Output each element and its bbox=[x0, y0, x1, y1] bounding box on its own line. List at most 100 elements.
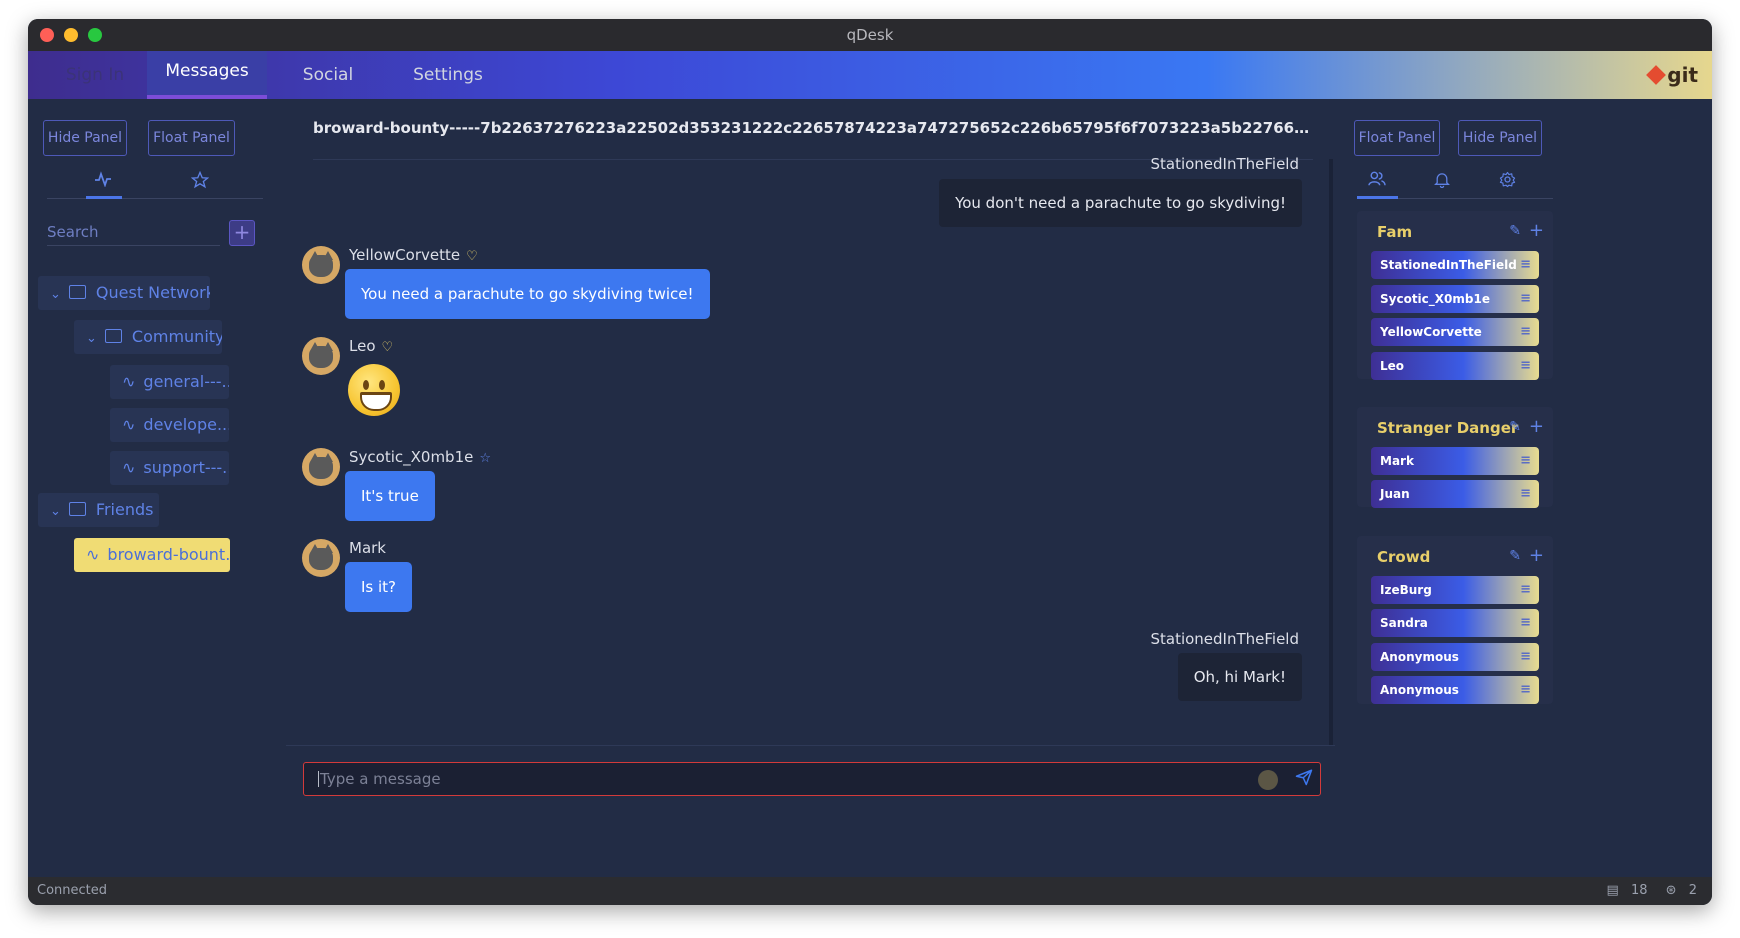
broadcast-icon: ⊛ bbox=[1665, 883, 1677, 898]
chevron-down-icon: ⌄ bbox=[50, 287, 61, 302]
message-author: Sycotic_X0mb1e bbox=[349, 448, 474, 466]
chat-scrollbar[interactable] bbox=[1329, 159, 1333, 745]
folder-icon bbox=[104, 329, 122, 343]
tab-settings[interactable]: Settings bbox=[388, 51, 508, 99]
bell-icon[interactable] bbox=[1434, 171, 1450, 193]
avatar[interactable] bbox=[302, 246, 340, 284]
tab-social[interactable]: Social bbox=[273, 51, 383, 99]
star-icon: ☆ bbox=[479, 451, 491, 466]
right-tab-indicator bbox=[1357, 196, 1398, 199]
sliders-icon[interactable]: ≡ bbox=[1520, 447, 1531, 475]
tree-channel-broward-bounty[interactable]: ∿ broward-bount... bbox=[74, 538, 230, 572]
chat-panel: broward-bounty-----7b22637276223a22502d3… bbox=[286, 99, 1335, 877]
group-card-crowd: Crowd ✎ + IzeBurg ≡ Sandra ≡ Anonymous ≡ An… bbox=[1357, 536, 1553, 704]
router-count: 18 bbox=[1630, 883, 1648, 898]
member-chip[interactable]: Juan ≡ bbox=[1371, 480, 1539, 508]
users-icon[interactable] bbox=[1368, 171, 1386, 192]
activity-icon: ∿ bbox=[122, 372, 136, 391]
member-chip[interactable]: Sandra ≡ bbox=[1371, 609, 1539, 637]
activity-icon[interactable] bbox=[94, 171, 112, 192]
tree-label: Quest Network bbox=[95, 283, 210, 302]
send-icon[interactable] bbox=[1295, 768, 1313, 791]
tree-channel-general[interactable]: ∿ general---... bbox=[110, 365, 229, 399]
member-name: StationedInTheField bbox=[1380, 258, 1517, 272]
chevron-down-icon: ⌄ bbox=[50, 504, 61, 519]
member-chip[interactable]: Sycotic_X0mb1e ≡ bbox=[1371, 285, 1539, 313]
tree-channel-support[interactable]: ∿ support---... bbox=[110, 451, 229, 485]
sliders-icon[interactable]: ≡ bbox=[1520, 609, 1531, 637]
gear-icon[interactable] bbox=[1499, 171, 1516, 193]
avatar[interactable] bbox=[302, 539, 340, 577]
member-chip[interactable]: Anonymous ≡ bbox=[1371, 643, 1539, 671]
activity-icon: ∿ bbox=[122, 415, 136, 434]
sliders-icon[interactable]: ≡ bbox=[1520, 576, 1531, 604]
tab-messages[interactable]: Messages bbox=[147, 51, 267, 99]
left-tab-indicator bbox=[86, 196, 122, 199]
heart-icon: ♡ bbox=[381, 340, 394, 355]
member-chip[interactable]: StationedInTheField ≡ bbox=[1371, 251, 1539, 279]
close-window-button[interactable] bbox=[40, 28, 54, 42]
main-tab-bar: Sign In Messages Social Settings git bbox=[28, 51, 1712, 99]
tree-label: develope... bbox=[143, 415, 229, 434]
sliders-icon[interactable]: ≡ bbox=[1520, 676, 1531, 704]
window-title: qDesk bbox=[846, 26, 894, 44]
member-chip[interactable]: Leo ≡ bbox=[1371, 352, 1539, 380]
sliders-icon[interactable]: ≡ bbox=[1520, 251, 1531, 279]
sliders-icon[interactable]: ≡ bbox=[1520, 643, 1531, 671]
tree-folder-quest-network[interactable]: ⌄ Quest Network bbox=[38, 276, 210, 310]
member-chip[interactable]: IzeBurg ≡ bbox=[1371, 576, 1539, 604]
edit-icon[interactable]: ✎ bbox=[1509, 548, 1521, 564]
message-author: Leo bbox=[349, 337, 376, 355]
folder-icon bbox=[68, 502, 86, 516]
title-bar: qDesk bbox=[28, 19, 1712, 51]
app-window: qDesk Sign In Messages Social Settings g… bbox=[28, 19, 1712, 905]
add-member-icon[interactable]: + bbox=[1529, 545, 1544, 566]
member-name: Leo bbox=[1380, 359, 1405, 373]
grinning-face-emoji bbox=[348, 364, 400, 416]
group-title: Fam bbox=[1377, 223, 1413, 241]
float-panel-button[interactable]: Float Panel bbox=[1354, 120, 1440, 156]
sliders-icon[interactable]: ≡ bbox=[1520, 352, 1531, 380]
star-icon[interactable] bbox=[190, 170, 210, 194]
tree-label: support---... bbox=[143, 458, 229, 477]
message-input[interactable]: Type a message bbox=[303, 762, 1321, 796]
tree-channel-developers[interactable]: ∿ develope... bbox=[110, 408, 229, 442]
message-author: StationedInTheField bbox=[1150, 630, 1299, 648]
float-panel-button[interactable]: Float Panel bbox=[148, 120, 235, 156]
member-chip[interactable]: Mark ≡ bbox=[1371, 447, 1539, 475]
member-chip[interactable]: Anonymous ≡ bbox=[1371, 676, 1539, 704]
edit-icon[interactable]: ✎ bbox=[1509, 223, 1521, 239]
tree-folder-friends[interactable]: ⌄ Friends bbox=[38, 493, 159, 527]
avatar[interactable] bbox=[302, 337, 340, 375]
add-member-icon[interactable]: + bbox=[1529, 220, 1544, 241]
member-name: YellowCorvette bbox=[1380, 325, 1482, 339]
hide-panel-button[interactable]: Hide Panel bbox=[43, 120, 127, 156]
folder-icon bbox=[68, 285, 86, 299]
add-member-icon[interactable]: + bbox=[1529, 416, 1544, 437]
group-card-stranger-danger: Stranger Danger ✎ + Mark ≡ Juan ≡ bbox=[1357, 407, 1553, 508]
add-channel-button[interactable]: + bbox=[229, 220, 255, 246]
search-input[interactable]: Search bbox=[47, 219, 220, 246]
member-name: IzeBurg bbox=[1380, 583, 1432, 597]
activity-icon: ∿ bbox=[122, 458, 136, 477]
member-name: Sandra bbox=[1380, 616, 1428, 630]
member-chip[interactable]: YellowCorvette ≡ bbox=[1371, 318, 1539, 346]
sliders-icon[interactable]: ≡ bbox=[1520, 480, 1531, 508]
tab-sign-in[interactable]: Sign In bbox=[28, 51, 162, 99]
sliders-icon[interactable]: ≡ bbox=[1520, 318, 1531, 346]
emoji-picker-icon[interactable] bbox=[1258, 770, 1278, 790]
member-name: Anonymous bbox=[1380, 650, 1459, 664]
message-author-row: Leo ♡ bbox=[349, 337, 393, 355]
message-author-row: YellowCorvette ♡ bbox=[349, 246, 478, 264]
group-title: Stranger Danger bbox=[1377, 419, 1519, 437]
message-bubble: You don't need a parachute to go skydivi… bbox=[939, 179, 1302, 227]
avatar[interactable] bbox=[302, 448, 340, 486]
maximize-window-button[interactable] bbox=[88, 28, 102, 42]
sliders-icon[interactable]: ≡ bbox=[1520, 285, 1531, 313]
hide-panel-button[interactable]: Hide Panel bbox=[1458, 120, 1542, 156]
router-icon: ▤ bbox=[1606, 883, 1619, 898]
minimize-window-button[interactable] bbox=[64, 28, 78, 42]
tree-folder-community[interactable]: ⌄ Community bbox=[74, 320, 222, 354]
activity-icon: ∿ bbox=[86, 545, 100, 564]
edit-icon[interactable]: ✎ bbox=[1509, 419, 1521, 435]
